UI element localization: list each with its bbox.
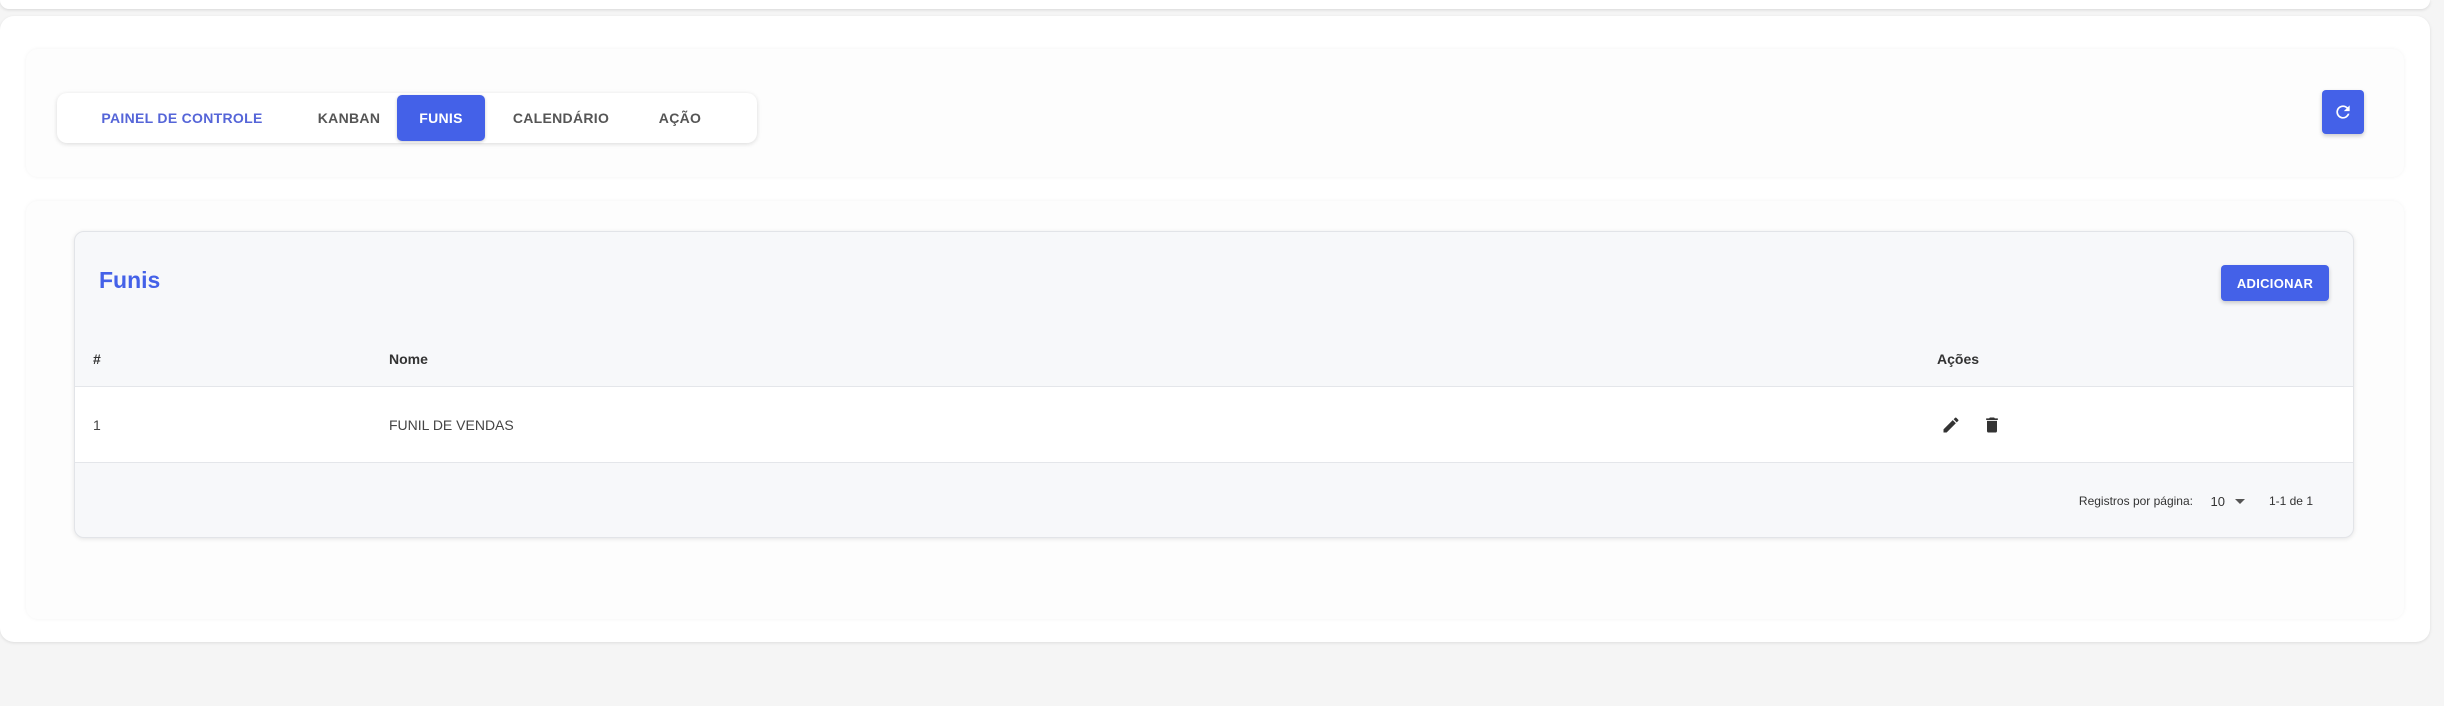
row-actions	[1937, 387, 2006, 462]
tab-acao[interactable]: AÇÃO	[637, 95, 723, 141]
rows-per-page-label: Registros por página:	[2078, 494, 2193, 508]
tab-calendario[interactable]: CALENDÁRIO	[485, 95, 637, 141]
tabs-section: PAINEL DE CONTROLE KANBAN FUNIS CALENDÁR…	[26, 49, 2404, 177]
tab-bar: PAINEL DE CONTROLE KANBAN FUNIS CALENDÁR…	[57, 93, 757, 143]
rows-per-page-select[interactable]: 10	[2210, 464, 2245, 537]
table-header: # Nome Ações	[75, 331, 2353, 387]
top-panel-strip	[0, 0, 2430, 9]
pagination-range: 1-1 de 1	[2268, 494, 2313, 508]
column-header-acoes: Ações	[1937, 350, 1980, 367]
tab-funis[interactable]: FUNIS	[397, 95, 485, 141]
content-section: Funis ADICIONAR # Nome Ações 1 FUNIL DE …	[26, 201, 2404, 619]
edit-icon[interactable]	[1937, 411, 1965, 439]
main-card: PAINEL DE CONTROLE KANBAN FUNIS CALENDÁR…	[0, 16, 2430, 642]
row-id: 1	[93, 416, 101, 433]
table-footer: Registros por página: 10 1-1 de 1	[75, 464, 2353, 537]
rows-per-page-value: 10	[2210, 493, 2225, 509]
add-button[interactable]: ADICIONAR	[2221, 265, 2329, 301]
refresh-icon	[2336, 105, 2350, 119]
column-header-nome[interactable]: Nome	[389, 331, 428, 386]
card-title: Funis	[99, 267, 161, 293]
column-header-number[interactable]: #	[93, 331, 101, 386]
tab-painel-de-controle[interactable]: PAINEL DE CONTROLE	[63, 95, 301, 141]
delete-icon[interactable]	[1978, 411, 2006, 439]
table-row: 1 FUNIL DE VENDAS	[75, 387, 2353, 463]
tab-kanban[interactable]: KANBAN	[301, 95, 397, 141]
row-name: FUNIL DE VENDAS	[389, 416, 514, 433]
chevron-down-icon	[2235, 498, 2245, 504]
funis-table-card: Funis ADICIONAR # Nome Ações 1 FUNIL DE …	[74, 231, 2354, 538]
refresh-button[interactable]	[2322, 90, 2364, 134]
